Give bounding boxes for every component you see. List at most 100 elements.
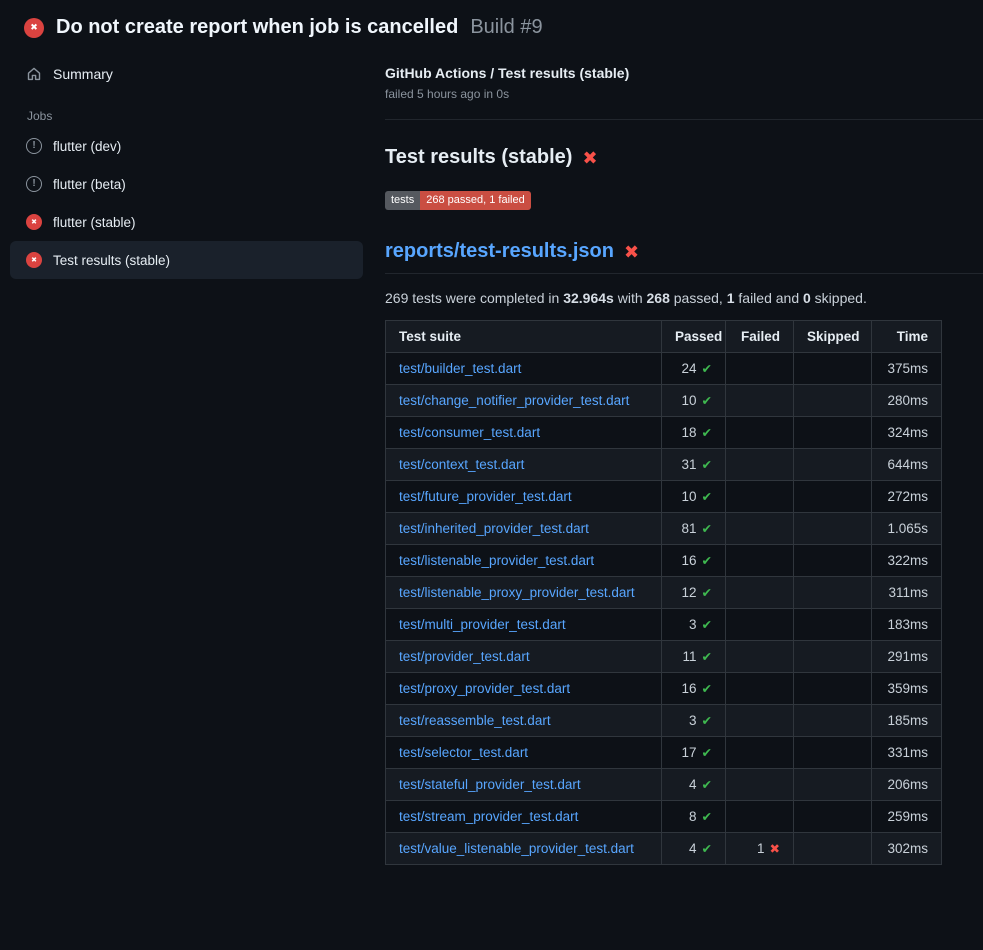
time-cell: 324ms	[872, 417, 942, 449]
suite-link[interactable]: test/provider_test.dart	[399, 649, 530, 664]
sidebar-item-summary[interactable]: Summary	[10, 55, 363, 93]
check-icon: ✔	[702, 554, 712, 568]
skipped-cell	[794, 545, 872, 577]
check-icon: ✔	[702, 394, 712, 408]
time-cell: 331ms	[872, 737, 942, 769]
table-row: test/provider_test.dart 11✔ 291ms	[386, 641, 942, 673]
failed-cell	[726, 801, 794, 833]
report-file-link[interactable]: reports/test-results.json	[385, 240, 614, 263]
check-icon: ✔	[702, 810, 712, 824]
failed-cell	[726, 577, 794, 609]
table-row: test/multi_provider_test.dart 3✔ 183ms	[386, 609, 942, 641]
time-cell: 183ms	[872, 609, 942, 641]
failed-cell	[726, 545, 794, 577]
col-skipped: Skipped	[794, 321, 872, 353]
time-cell: 185ms	[872, 705, 942, 737]
failed-cell	[726, 449, 794, 481]
check-icon: ✔	[702, 426, 712, 440]
table-row: test/reassemble_test.dart 3✔ 185ms	[386, 705, 942, 737]
table-row: test/builder_test.dart 24✔ 375ms	[386, 353, 942, 385]
table-row: test/stream_provider_test.dart 8✔ 259ms	[386, 801, 942, 833]
failed-x-icon: ✖	[582, 149, 597, 167]
failed-cell	[726, 609, 794, 641]
skipped-cell	[794, 513, 872, 545]
time-cell: 359ms	[872, 673, 942, 705]
sidebar-job-item[interactable]: ✖ Test results (stable)	[10, 241, 363, 279]
failed-cell	[726, 513, 794, 545]
suite-link[interactable]: test/multi_provider_test.dart	[399, 617, 566, 632]
col-failed: Failed	[726, 321, 794, 353]
suite-link[interactable]: test/change_notifier_provider_test.dart	[399, 393, 629, 408]
suite-link[interactable]: test/listenable_proxy_provider_test.dart	[399, 585, 635, 600]
check-icon: ✔	[702, 650, 712, 664]
job-neutral-icon: !	[26, 176, 42, 192]
skipped-cell	[794, 673, 872, 705]
time-cell: 311ms	[872, 577, 942, 609]
skipped-cell	[794, 737, 872, 769]
table-row: test/consumer_test.dart 18✔ 324ms	[386, 417, 942, 449]
jobs-list: ! flutter (dev) ! flutter (beta) ✖ flutt…	[10, 127, 363, 279]
passed-cell: 12✔	[662, 577, 726, 609]
suite-link[interactable]: test/selector_test.dart	[399, 745, 528, 760]
skipped-cell	[794, 801, 872, 833]
sidebar-job-item[interactable]: ✖ flutter (stable)	[10, 203, 363, 241]
table-row: test/listenable_provider_test.dart 16✔ 3…	[386, 545, 942, 577]
passed-cell: 10✔	[662, 385, 726, 417]
check-icon: ✔	[702, 586, 712, 600]
failed-cell	[726, 641, 794, 673]
skipped-cell	[794, 353, 872, 385]
suite-link[interactable]: test/stream_provider_test.dart	[399, 809, 578, 824]
passed-cell: 3✔	[662, 609, 726, 641]
failed-cell	[726, 673, 794, 705]
sidebar-job-item[interactable]: ! flutter (beta)	[10, 165, 363, 203]
passed-cell: 4✔	[662, 833, 726, 865]
results-table: Test suite Passed Failed Skipped Time te…	[385, 320, 942, 865]
divider	[385, 119, 983, 120]
col-test-suite: Test suite	[386, 321, 662, 353]
skipped-cell	[794, 705, 872, 737]
suite-link[interactable]: test/builder_test.dart	[399, 361, 521, 376]
passed-cell: 4✔	[662, 769, 726, 801]
job-label: Test results (stable)	[53, 253, 170, 268]
passed-cell: 8✔	[662, 801, 726, 833]
passed-cell: 10✔	[662, 481, 726, 513]
job-label: flutter (beta)	[53, 177, 126, 192]
check-icon: ✔	[702, 618, 712, 632]
jobs-section-label: Jobs	[27, 109, 363, 123]
suite-link[interactable]: test/consumer_test.dart	[399, 425, 540, 440]
skipped-cell	[794, 833, 872, 865]
suite-link[interactable]: test/inherited_provider_test.dart	[399, 521, 589, 536]
check-icon: ✔	[702, 682, 712, 696]
report-failed-x-icon: ✖	[624, 243, 639, 261]
skipped-cell	[794, 385, 872, 417]
suite-link[interactable]: test/stateful_provider_test.dart	[399, 777, 581, 792]
check-icon: ✔	[702, 362, 712, 376]
run-header: ✖ Do not create report when job is cance…	[0, 0, 983, 49]
check-icon: ✔	[702, 490, 712, 504]
table-row: test/context_test.dart 31✔ 644ms	[386, 449, 942, 481]
sidebar-job-item[interactable]: ! flutter (dev)	[10, 127, 363, 165]
passed-cell: 3✔	[662, 705, 726, 737]
table-row: test/change_notifier_provider_test.dart …	[386, 385, 942, 417]
run-meta: failed 5 hours ago in 0s	[385, 87, 983, 101]
check-icon: ✔	[702, 842, 712, 856]
suite-link[interactable]: test/listenable_provider_test.dart	[399, 553, 594, 568]
suite-link[interactable]: test/context_test.dart	[399, 457, 524, 472]
home-icon	[26, 66, 42, 82]
table-row: test/stateful_provider_test.dart 4✔ 206m…	[386, 769, 942, 801]
time-cell: 206ms	[872, 769, 942, 801]
col-passed: Passed	[662, 321, 726, 353]
badge-label: tests	[385, 191, 420, 210]
run-title: Do not create report when job is cancell…	[56, 16, 458, 39]
table-row: test/selector_test.dart 17✔ 331ms	[386, 737, 942, 769]
suite-link[interactable]: test/future_provider_test.dart	[399, 489, 572, 504]
skipped-cell	[794, 577, 872, 609]
suite-link[interactable]: test/reassemble_test.dart	[399, 713, 551, 728]
check-icon: ✔	[702, 522, 712, 536]
table-row: test/value_listenable_provider_test.dart…	[386, 833, 942, 865]
table-row: test/inherited_provider_test.dart 81✔ 1.…	[386, 513, 942, 545]
check-run-title: Test results (stable)	[385, 146, 572, 169]
suite-link[interactable]: test/value_listenable_provider_test.dart	[399, 841, 634, 856]
suite-link[interactable]: test/proxy_provider_test.dart	[399, 681, 570, 696]
failed-cell	[726, 705, 794, 737]
